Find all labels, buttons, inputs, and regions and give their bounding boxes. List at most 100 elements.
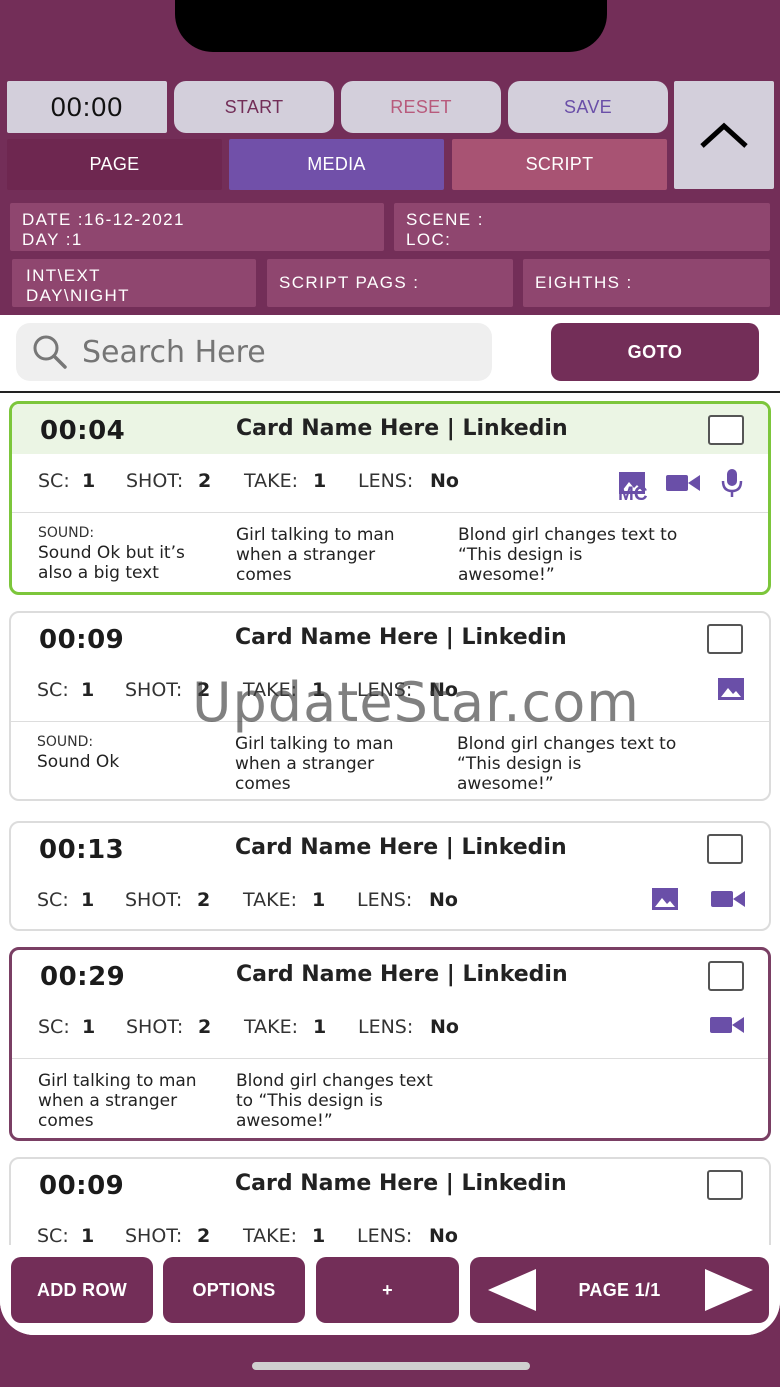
- search-input[interactable]: [82, 334, 482, 370]
- card-checkbox[interactable]: [707, 624, 743, 654]
- search-box[interactable]: [16, 323, 492, 381]
- divider: [0, 391, 780, 393]
- card-time: 00:09: [39, 625, 125, 655]
- app-screen: 00:00 START RESET SAVE PAGE MEDIA SCRIPT…: [0, 75, 780, 1335]
- eighths-info: EIGHTHS :: [523, 259, 770, 307]
- card-media-icons: MC: [618, 468, 744, 505]
- card-meta: SC: 1 SHOT: 2 TAKE: 1 LENS: No: [11, 663, 769, 721]
- card-header: 00:09 Card Name Here | Linkedin: [11, 613, 769, 663]
- int-ext-info: INT\EXT DAY\NIGHT: [12, 259, 256, 307]
- card-time: 00:29: [40, 962, 126, 992]
- start-button[interactable]: START: [174, 81, 334, 133]
- card-checkbox[interactable]: [707, 1170, 743, 1200]
- card-checkbox[interactable]: [707, 834, 743, 864]
- reset-button[interactable]: RESET: [341, 81, 501, 133]
- shot-value: 2: [197, 1225, 211, 1247]
- sound-text: Sound Ok but it’s also a big text: [38, 543, 185, 583]
- goto-button[interactable]: GOTO: [551, 323, 759, 381]
- card-name: Card Name Here | Linkedin: [236, 962, 568, 987]
- take-value: 1: [312, 679, 326, 701]
- add-button[interactable]: +: [316, 1257, 459, 1323]
- script-pages-info: SCRIPT PAGS :: [267, 259, 513, 307]
- card-name: Card Name Here | Linkedin: [236, 416, 568, 441]
- shot-value: 2: [197, 889, 211, 911]
- sc-label: SC:: [37, 889, 69, 911]
- card-description: Girl talking to man when a stranger come…: [236, 525, 395, 585]
- add-row-button[interactable]: ADD ROW: [11, 1257, 153, 1323]
- save-button[interactable]: SAVE: [508, 81, 668, 133]
- video-camera-icon[interactable]: [710, 1014, 744, 1036]
- sound-label: SOUND:: [37, 734, 94, 750]
- take-label: TAKE:: [244, 1016, 298, 1038]
- card-media-icons: [651, 887, 745, 911]
- card[interactable]: 00:09 Card Name Here | Linkedin SC: 1 SH…: [9, 611, 771, 801]
- lens-label: LENS:: [357, 889, 413, 911]
- take-label: TAKE:: [243, 679, 297, 701]
- previous-page-icon[interactable]: [486, 1267, 538, 1313]
- card[interactable]: 00:13 Card Name Here | Linkedin SC: 1 SH…: [9, 821, 771, 931]
- take-label: TAKE:: [243, 1225, 297, 1247]
- page-indicator: PAGE 1/1: [578, 1279, 661, 1300]
- timer-display: 00:00: [7, 81, 167, 133]
- sound-label: SOUND:: [38, 525, 95, 541]
- microphone-icon[interactable]: [720, 468, 744, 498]
- sc-value: 1: [81, 889, 95, 911]
- card-description: Girl talking to man when a stranger come…: [38, 1071, 197, 1131]
- card-time: 00:13: [39, 835, 125, 865]
- card[interactable]: 00:04 Card Name Here | Linkedin SC: 1 SH…: [9, 401, 771, 595]
- options-button[interactable]: OPTIONS: [163, 1257, 305, 1323]
- tab-media[interactable]: MEDIA: [229, 139, 444, 190]
- video-camera-icon[interactable]: [666, 472, 700, 494]
- take-value: 1: [313, 1016, 327, 1038]
- card-body: Girl talking to man when a stranger come…: [12, 1059, 768, 1138]
- shot-label: SHOT:: [126, 1016, 184, 1038]
- card-checkbox[interactable]: [708, 961, 744, 991]
- shot-value: 2: [198, 1016, 212, 1038]
- lens-value: No: [430, 470, 459, 492]
- tab-script[interactable]: SCRIPT: [452, 139, 667, 190]
- card[interactable]: 00:29 Card Name Here | Linkedin SC: 1 SH…: [9, 947, 771, 1141]
- take-label: TAKE:: [244, 470, 298, 492]
- sc-value: 1: [82, 1016, 96, 1038]
- take-value: 1: [312, 889, 326, 911]
- take-label: TAKE:: [243, 889, 297, 911]
- lens-label: LENS:: [358, 1016, 414, 1038]
- card-media-icons: [710, 1014, 744, 1036]
- loc-value: LOC:: [406, 230, 452, 249]
- image-icon[interactable]: [717, 677, 745, 701]
- card-name: Card Name Here | Linkedin: [235, 625, 567, 650]
- image-icon[interactable]: [651, 887, 679, 911]
- collapse-button[interactable]: [674, 81, 774, 189]
- card-checkbox[interactable]: [708, 415, 744, 445]
- card-header: 00:09 Card Name Here | Linkedin: [11, 1159, 769, 1209]
- card-meta: SC: 1 SHOT: 2 TAKE: 1 LENS: No: [12, 1000, 768, 1058]
- card-meta: SC: 1 SHOT: 2 TAKE: 1 LENS: No MC: [12, 454, 768, 512]
- video-camera-icon[interactable]: [711, 888, 745, 910]
- lens-value: No: [429, 889, 458, 911]
- next-page-icon[interactable]: [703, 1267, 755, 1313]
- lens-value: No: [430, 1016, 459, 1038]
- shot-label: SHOT:: [125, 1225, 183, 1247]
- lens-value: No: [429, 1225, 458, 1247]
- sc-value: 1: [81, 1225, 95, 1247]
- card-action: Blond girl changes text to “This design …: [457, 734, 677, 794]
- sc-value: 1: [81, 679, 95, 701]
- pager: PAGE 1/1: [470, 1257, 769, 1323]
- scene-loc-info: SCENE : LOC:: [394, 203, 770, 251]
- int-ext-value: INT\EXT: [26, 266, 101, 285]
- tab-page[interactable]: PAGE: [7, 139, 222, 190]
- sc-label: SC:: [38, 1016, 70, 1038]
- card-time: 00:09: [39, 1171, 125, 1201]
- shot-value: 2: [198, 470, 212, 492]
- card-body: SOUND: Sound Ok Girl talking to man when…: [11, 722, 769, 799]
- sc-label: SC:: [37, 1225, 69, 1247]
- date-value: DATE :16-12-2021: [22, 210, 185, 229]
- card-name: Card Name Here | Linkedin: [235, 1171, 567, 1196]
- card-header: 00:13 Card Name Here | Linkedin: [11, 823, 769, 873]
- day-night-value: DAY\NIGHT: [26, 286, 130, 305]
- mc-badge[interactable]: MC: [618, 484, 648, 506]
- card-header: 00:29 Card Name Here | Linkedin: [12, 950, 768, 1000]
- control-panel: 00:00 START RESET SAVE PAGE MEDIA SCRIPT…: [0, 75, 780, 315]
- home-indicator[interactable]: [252, 1362, 530, 1370]
- bottom-toolbar: ADD ROW OPTIONS + PAGE 1/1: [0, 1245, 780, 1335]
